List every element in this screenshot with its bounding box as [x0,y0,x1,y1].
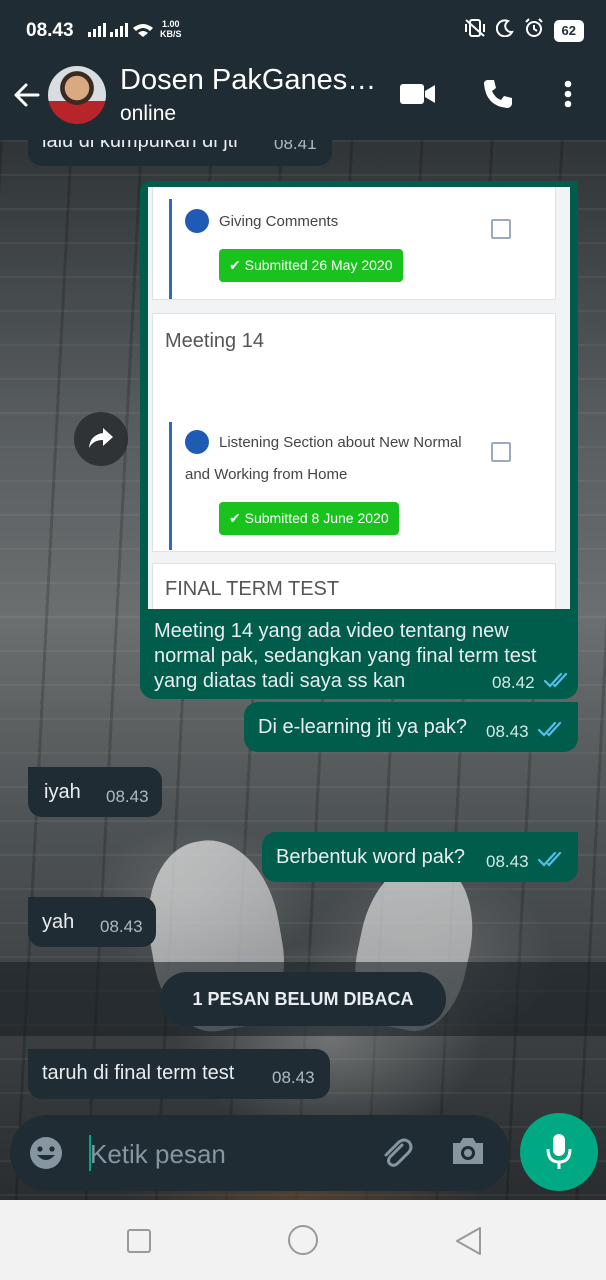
camera-icon[interactable] [450,1135,486,1172]
home-icon[interactable] [287,1224,319,1261]
message-outgoing[interactable]: Berbentuk word pak? 08.43 [262,832,578,882]
message-text: yah [42,911,75,933]
unread-messages-label: 1 PESAN BELUM DIBACA [160,972,446,1026]
video-call-icon[interactable] [400,82,436,111]
read-receipt-icon [543,671,572,695]
message-incoming[interactable]: yah 08.43 [28,897,156,947]
message-input[interactable]: Ketik pesan [90,1139,226,1170]
activity-item-2 [169,422,172,550]
status-bar: 08.43 1.00 KB/S 62 [0,0,606,48]
forward-icon [87,426,115,455]
voice-call-icon[interactable] [482,78,514,115]
message-text: taruh di final term test [42,1062,235,1084]
message-text: Di e-learning jti ya pak? [258,716,467,738]
recent-apps-icon[interactable] [126,1228,152,1259]
message-incoming[interactable]: iyah 08.43 [28,767,162,817]
message-text: iyah [44,781,81,803]
message-composer[interactable]: Ketik pesan [10,1115,510,1191]
contact-avatar[interactable] [48,66,106,124]
speed-value: 1.00 [161,19,180,29]
menu-dots-icon[interactable] [564,80,572,113]
message-time: 08.43 [106,787,149,806]
final-panel: FINAL TERM TEST [152,563,556,609]
message-time: 08.43 [100,917,143,936]
completion-checkbox [491,219,511,239]
system-navigation-bar [0,1200,606,1280]
status-right-icons: 62 [464,18,584,43]
shared-screenshot-image[interactable]: Giving Comments ✔ Submitted 26 May 2020 … [148,187,570,609]
activity-title-line2: and Working from Home [185,466,348,483]
vibrate-icon [464,19,486,42]
activity-item-1 [169,199,172,299]
speed-unit: KB/S [160,29,182,39]
status-time: 08.43 [26,20,74,41]
emoji-icon[interactable] [28,1135,64,1176]
assignment-icon [185,209,209,233]
activity-panel-1: Giving Comments ✔ Submitted 26 May 2020 [152,187,556,300]
submitted-badge: ✔ Submitted 8 June 2020 [219,502,399,535]
read-receipt-icon [537,850,566,874]
completion-checkbox [491,442,511,462]
message-outgoing[interactable]: Di e-learning jti ya pak? 08.43 [244,702,578,752]
message-text: Berbentuk word pak? [276,846,466,868]
message-time: 08.42 [492,673,535,692]
message-time: 08.43 [486,722,529,741]
signal-icon [88,22,154,41]
forward-button[interactable] [74,412,128,466]
activity-title-line1: Listening Section about New Normal [219,434,462,451]
meeting-title: Meeting 14 [165,330,264,352]
back-nav-icon[interactable] [454,1226,482,1261]
submitted-text: Submitted 26 May 2020 [244,257,393,273]
submitted-badge: ✔ Submitted 26 May 2020 [219,249,403,282]
mic-icon [545,1133,573,1176]
read-receipt-icon [537,720,566,744]
final-term-title: FINAL TERM TEST [165,578,340,600]
assignment-icon [185,430,209,454]
attach-icon[interactable] [378,1135,414,1176]
alarm-icon [524,18,544,43]
submitted-text: Submitted 8 June 2020 [244,510,389,526]
moon-icon [495,19,514,42]
message-time: 08.43 [272,1068,315,1087]
battery-level: 62 [553,19,584,42]
network-speed: 1.00 KB/S [160,19,182,39]
contact-status: online [120,102,177,125]
message-time: 08.43 [486,852,529,871]
contact-name[interactable]: Dosen PakGanes… [120,64,376,97]
message-incoming[interactable]: taruh di final term test 08.43 [28,1049,330,1099]
mic-button[interactable] [520,1113,598,1191]
meeting-panel: Meeting 14 Listening Section about New N… [152,313,556,552]
activity-title: Giving Comments [219,213,339,230]
chat-header: Dosen PakGanes… online [0,48,606,140]
back-arrow-icon[interactable] [12,80,42,110]
